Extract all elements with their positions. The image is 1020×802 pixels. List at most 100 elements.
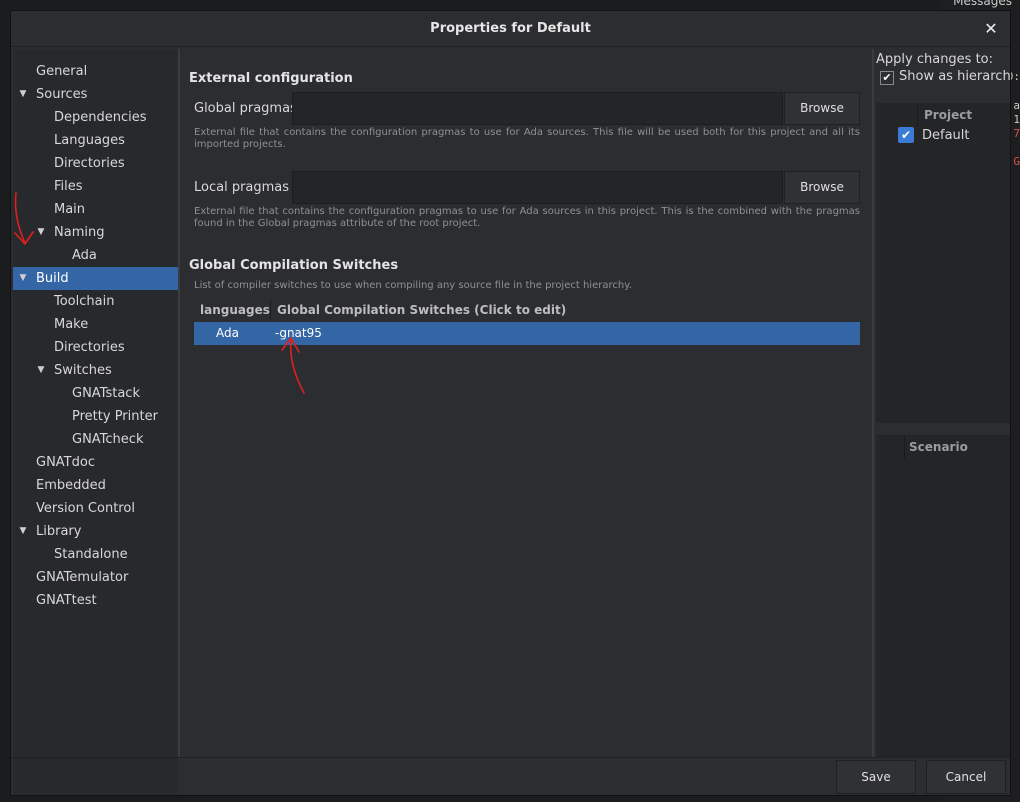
dialog-title: Properties for Default bbox=[430, 21, 591, 36]
local-pragmas-browse-button[interactable]: Browse bbox=[784, 171, 860, 204]
cancel-button[interactable]: Cancel bbox=[926, 760, 1006, 794]
sidebar-item-version-control[interactable]: Version Control bbox=[13, 497, 178, 520]
apply-changes-panel: Apply changes to: ✔ Show as hierarchy Pr… bbox=[874, 49, 1011, 757]
sidebar-item-directories[interactable]: Directories bbox=[13, 152, 178, 175]
sidebar-item-label: Build bbox=[36, 271, 69, 286]
local-pragmas-input[interactable] bbox=[292, 171, 783, 204]
sidebar-item-gnatcheck[interactable]: GNATcheck bbox=[13, 428, 178, 451]
external-config-title: External configuration bbox=[189, 71, 353, 86]
show-hierarchy-checkbox[interactable]: ✔ bbox=[880, 71, 894, 85]
project-column-header[interactable]: Project bbox=[924, 103, 972, 127]
sidebar-item-pretty-printer[interactable]: Pretty Printer bbox=[13, 405, 178, 428]
global-pragmas-label: Global pragmas bbox=[194, 101, 297, 116]
projects-table: Project ✔ Default bbox=[876, 103, 1010, 423]
sidebar-item-embedded[interactable]: Embedded bbox=[13, 474, 178, 497]
sidebar-item-gnatstack[interactable]: GNATstack bbox=[13, 382, 178, 405]
sidebar-item-sources[interactable]: ▼ Sources bbox=[13, 83, 178, 106]
sidebar-item-switches[interactable]: ▼ Switches bbox=[13, 359, 178, 382]
sidebar-item-make[interactable]: Make bbox=[13, 313, 178, 336]
sidebar-item-label: Toolchain bbox=[54, 294, 115, 309]
sidebar-item-label: GNATdoc bbox=[36, 455, 95, 470]
sidebar-item-label: Make bbox=[54, 317, 89, 332]
sidebar-item-gnattest[interactable]: GNATtest bbox=[13, 589, 178, 612]
close-icon[interactable]: ✕ bbox=[980, 18, 1002, 40]
column-header-languages[interactable]: languages bbox=[200, 298, 270, 322]
sidebar-item-label: General bbox=[36, 64, 88, 79]
sidebar-item-label: Directories bbox=[54, 156, 125, 171]
global-pragmas-help: External file that contains the configur… bbox=[194, 127, 860, 150]
table-row[interactable]: Ada -gnat95 bbox=[194, 322, 860, 345]
switches-table: languages Global Compilation Switches (C… bbox=[194, 298, 860, 347]
sidebar-item-label: Version Control bbox=[36, 501, 135, 516]
properties-dialog: Properties for Default ✕ General ▼ Sources… bbox=[10, 10, 1011, 796]
sidebar-item-label: GNATcheck bbox=[72, 432, 144, 447]
column-divider bbox=[904, 435, 905, 459]
sidebar-item-label: Main bbox=[54, 202, 86, 217]
sidebar-item-label: Files bbox=[54, 179, 83, 194]
row-switches-cell[interactable]: -gnat95 bbox=[275, 322, 322, 345]
sidebar-item-build[interactable]: ▼ Build bbox=[13, 267, 178, 290]
project-default-label: Default bbox=[922, 128, 970, 143]
local-pragmas-label: Local pragmas bbox=[194, 180, 290, 195]
scenario-column-header[interactable]: Scenario bbox=[909, 435, 968, 459]
main-panel: External configuration Global pragmas Br… bbox=[181, 49, 871, 757]
sidebar-item-directories[interactable]: Directories bbox=[13, 336, 178, 359]
messages-tab[interactable]: Messages bbox=[953, 0, 1012, 8]
check-icon: ✔ bbox=[882, 71, 892, 84]
sidebar-item-label: Switches bbox=[54, 363, 112, 378]
sidebar-item-dependencies[interactable]: Dependencies bbox=[13, 106, 178, 129]
local-pragmas-help: External file that contains the configur… bbox=[194, 206, 860, 229]
switches-help: List of compiler switches to use when co… bbox=[194, 280, 632, 291]
sidebar-item-label: Naming bbox=[54, 225, 105, 240]
column-divider bbox=[270, 300, 271, 320]
apply-changes-label: Apply changes to: bbox=[876, 52, 994, 67]
check-icon: ✔ bbox=[900, 128, 912, 142]
sidebar-item-library[interactable]: ▼ Library bbox=[13, 520, 178, 543]
sidebar-separator[interactable] bbox=[178, 49, 180, 757]
sidebar-item-label: Embedded bbox=[36, 478, 106, 493]
sidebar-item-label: Standalone bbox=[54, 547, 128, 562]
triangle-down-icon[interactable]: ▼ bbox=[17, 83, 29, 106]
sidebar-item-toolchain[interactable]: Toolchain bbox=[13, 290, 178, 313]
column-divider bbox=[917, 103, 918, 127]
background-text-fragment: a bbox=[1013, 99, 1020, 112]
background-text-fragment: 7 bbox=[1013, 127, 1020, 140]
sidebar-item-naming[interactable]: ▼ Naming bbox=[13, 221, 178, 244]
save-button[interactable]: Save bbox=[836, 760, 916, 794]
sidebar-item-gnatemulator[interactable]: GNATemulator bbox=[13, 566, 178, 589]
background-text-fragment: G bbox=[1013, 155, 1020, 168]
sidebar-item-label: Pretty Printer bbox=[72, 409, 158, 424]
sidebar-tree: General ▼ Sources Dependencies Languages Dire… bbox=[13, 49, 178, 795]
row-language: Ada bbox=[216, 326, 239, 340]
global-pragmas-browse-button[interactable]: Browse bbox=[784, 92, 860, 125]
column-header-switches[interactable]: Global Compilation Switches (Click to ed… bbox=[277, 298, 566, 322]
footer-separator bbox=[11, 757, 1010, 758]
sidebar-item-label: GNATstack bbox=[72, 386, 140, 401]
sidebar-item-label: Library bbox=[36, 524, 82, 539]
triangle-down-icon[interactable]: ▼ bbox=[17, 520, 29, 543]
project-default-checkbox[interactable]: ✔ bbox=[898, 127, 914, 143]
background-text-fragment: 1 bbox=[1013, 113, 1020, 126]
triangle-down-icon[interactable]: ▼ bbox=[17, 267, 29, 290]
sidebar-item-main[interactable]: Main bbox=[13, 198, 178, 221]
sidebar-item-label: GNATtest bbox=[36, 593, 97, 608]
sidebar-item-label: Sources bbox=[36, 87, 88, 102]
scenario-table: Scenario bbox=[876, 435, 1010, 757]
sidebar-item-languages[interactable]: Languages bbox=[13, 129, 178, 152]
sidebar-item-gnatdoc[interactable]: GNATdoc bbox=[13, 451, 178, 474]
sidebar-item-general[interactable]: General bbox=[13, 60, 178, 83]
triangle-down-icon[interactable]: ▼ bbox=[35, 221, 47, 244]
dialog-titlebar: Properties for Default ✕ bbox=[11, 11, 1010, 47]
sidebar-item-label: Languages bbox=[54, 133, 125, 148]
switches-table-header: languages Global Compilation Switches (C… bbox=[194, 298, 860, 322]
sidebar-item-ada[interactable]: Ada bbox=[13, 244, 178, 267]
triangle-down-icon[interactable]: ▼ bbox=[35, 359, 47, 382]
sidebar-item-files[interactable]: Files bbox=[13, 175, 178, 198]
global-pragmas-input[interactable] bbox=[292, 92, 783, 125]
sidebar-item-label: GNATemulator bbox=[36, 570, 129, 585]
sidebar-item-label: Directories bbox=[54, 340, 125, 355]
sidebar-item-label: Ada bbox=[72, 248, 97, 263]
show-hierarchy-label: Show as hierarchy bbox=[899, 69, 1011, 84]
sidebar-item-standalone[interactable]: Standalone bbox=[13, 543, 178, 566]
sidebar-item-label: Dependencies bbox=[54, 110, 147, 125]
